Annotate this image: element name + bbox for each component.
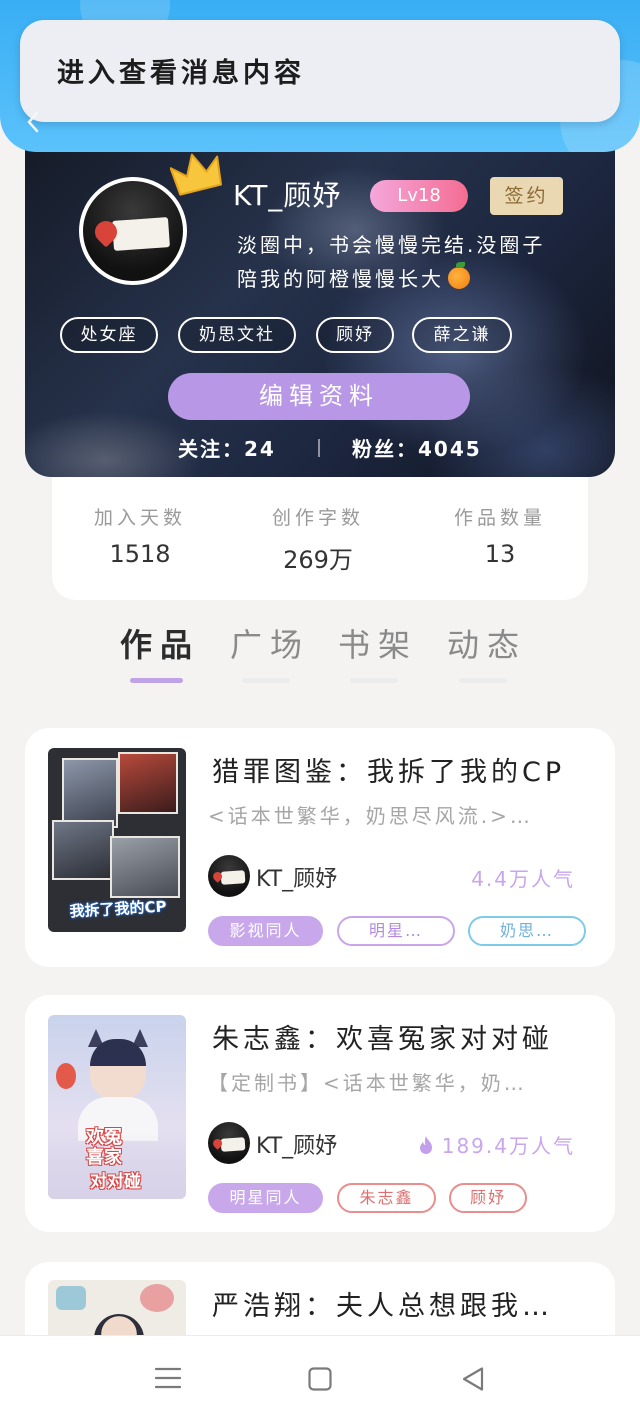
work-tag[interactable]: 明星… xyxy=(337,916,455,946)
avatar-photo-label xyxy=(112,217,170,251)
stat-value: 269万 xyxy=(283,546,353,574)
stat-value: 1518 xyxy=(109,540,171,568)
cover-sticker xyxy=(56,1286,86,1310)
cover-caption: 对对碰 xyxy=(90,1172,141,1192)
tab-activity[interactable]: 动态 xyxy=(447,620,527,666)
level-badge: Lv18 xyxy=(370,180,468,212)
cover-photo-frame xyxy=(110,836,180,898)
profile-tag[interactable]: 处女座 xyxy=(60,317,158,353)
signed-badge: 签约 xyxy=(490,177,563,215)
work-tag[interactable]: 奶思… xyxy=(468,916,586,946)
author-avatar[interactable] xyxy=(208,855,250,897)
tab-indicator xyxy=(350,678,398,683)
username: KT_顾妤 xyxy=(233,179,342,212)
stat-label: 创作字数 xyxy=(271,507,364,529)
author-avatar[interactable] xyxy=(208,1122,250,1164)
balloon-icon xyxy=(56,1063,76,1089)
followers-count[interactable]: 粉丝：4045 xyxy=(352,433,482,462)
tab-indicator xyxy=(459,678,507,683)
cover-sticker xyxy=(140,1284,174,1312)
cover-photo-frame xyxy=(118,752,178,814)
work-author[interactable]: KT_顾妤 xyxy=(256,1128,337,1160)
work-tag[interactable]: 影视同人 xyxy=(208,916,323,946)
stats-panel: 加入天数 1518 创作字数 269万 作品数量 13 xyxy=(52,477,588,600)
followers-value: 4045 xyxy=(418,437,482,461)
profile-bio: 淡圈中，书会慢慢完结.没圈子 陪我的阿橙慢慢长大 xyxy=(237,228,545,296)
profile-tag[interactable]: 顾妤 xyxy=(316,317,394,353)
stat-label: 作品数量 xyxy=(453,507,546,529)
tab-indicator xyxy=(242,678,290,683)
flame-icon xyxy=(419,1136,432,1154)
popularity-value: 189.4万人气 xyxy=(441,1134,575,1158)
cover-caption: 我拆了我的CP xyxy=(69,897,167,921)
bio-line: 陪我的阿橙慢慢长大 xyxy=(237,262,545,296)
stat-join-days: 加入天数 1518 xyxy=(60,503,220,568)
work-tag[interactable]: 顾妤 xyxy=(449,1183,527,1213)
work-popularity: 4.4万人气 xyxy=(471,867,575,891)
work-cover[interactable]: 我拆了我的CP xyxy=(48,748,186,932)
cover-caption: 喜家 xyxy=(86,1147,122,1168)
profile-header: KT_顾妤 Lv18 签约 淡圈中，书会慢慢完结.没圈子 陪我的阿橙慢慢长大 处… xyxy=(25,120,615,477)
avatar-photo-label xyxy=(220,870,245,885)
tab-works[interactable]: 作品 xyxy=(120,620,200,666)
work-popularity: 189.4万人气 xyxy=(418,1130,575,1159)
work-card[interactable]: 我拆了我的CP 猎罪图鉴：我拆了我的CP <话本世繁华，奶思尽风流.>… KT_… xyxy=(25,728,615,967)
work-title[interactable]: 朱志鑫：欢喜冤家对对碰 xyxy=(212,1017,607,1056)
work-card[interactable]: 欢冤 喜家 对对碰 朱志鑫：欢喜冤家对对碰 【定制书】<话本世繁华，奶… KT_… xyxy=(25,995,615,1232)
stat-value: 13 xyxy=(484,540,516,568)
work-tag[interactable]: 明星同人 xyxy=(208,1183,323,1213)
tab-bookshelf[interactable]: 书架 xyxy=(338,620,418,666)
following-count[interactable]: 关注：24 xyxy=(178,433,276,462)
work-title[interactable]: 严浩翔：夫人总想跟我… xyxy=(212,1284,607,1323)
stat-works-count: 作品数量 13 xyxy=(420,503,580,568)
following-value: 24 xyxy=(244,437,276,461)
cover-photo-frame xyxy=(52,820,114,880)
profile-tag[interactable]: 奶思文社 xyxy=(178,317,296,353)
work-author[interactable]: KT_顾妤 xyxy=(256,861,337,893)
work-title[interactable]: 猎罪图鉴：我拆了我的CP xyxy=(212,750,607,789)
bio-line: 淡圈中，书会慢慢完结.没圈子 xyxy=(237,233,546,257)
followers-label: 粉丝： xyxy=(352,437,418,461)
stat-word-count: 创作字数 269万 xyxy=(238,503,398,575)
stat-label: 加入天数 xyxy=(93,507,186,529)
cover-photo-frame xyxy=(62,758,118,828)
work-tag[interactable]: 朱志鑫 xyxy=(337,1183,436,1213)
back-triangle-icon[interactable] xyxy=(461,1366,485,1392)
notification-toast[interactable]: 进入查看消息内容 xyxy=(20,20,620,122)
cover-figure-head xyxy=(90,1039,146,1099)
tab-square[interactable]: 广场 xyxy=(230,620,310,666)
work-summary: <话本世繁华，奶思尽风流.>… xyxy=(208,804,533,828)
chevron-left-icon[interactable] xyxy=(24,110,42,134)
tab-active-indicator xyxy=(130,678,183,683)
home-square-icon[interactable] xyxy=(308,1367,332,1391)
work-cover[interactable]: 欢冤 喜家 对对碰 xyxy=(48,1015,186,1199)
menu-icon[interactable] xyxy=(154,1366,182,1390)
edit-profile-button[interactable]: 编辑资料 xyxy=(168,373,470,420)
follow-divider xyxy=(318,439,320,457)
following-label: 关注： xyxy=(178,437,244,461)
work-summary: 【定制书】<话本世繁华，奶… xyxy=(208,1071,527,1095)
profile-tag[interactable]: 薛之谦 xyxy=(412,317,512,353)
bio-line-text: 陪我的阿橙慢慢长大 xyxy=(237,267,444,291)
system-nav-bar xyxy=(0,1335,640,1422)
avatar-photo-label xyxy=(220,1137,245,1152)
notification-text: 进入查看消息内容 xyxy=(57,58,305,89)
orange-icon xyxy=(448,262,470,289)
crown-icon xyxy=(170,153,223,196)
